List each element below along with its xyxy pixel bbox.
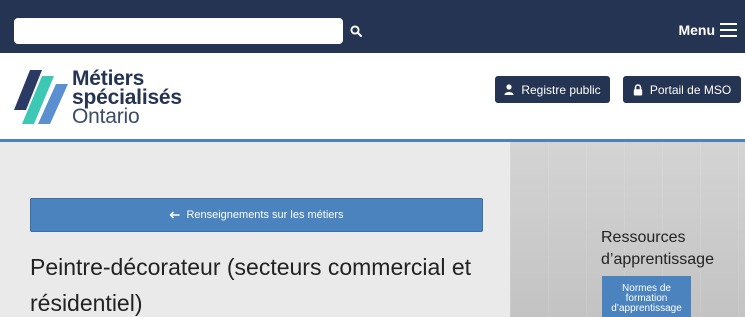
logo-mark-icon <box>14 70 68 124</box>
sidebar-title-line-2: d’apprentissage <box>601 251 714 268</box>
resources-sidebar: Ressources d’apprentissage Normes de for… <box>510 142 745 317</box>
menu-button[interactable]: Menu <box>675 16 745 44</box>
back-link-label: Renseignements sur les métiers <box>186 209 344 221</box>
top-navigation-bar: Menu <box>0 0 745 53</box>
search-icon <box>350 25 362 37</box>
menu-label: Menu <box>678 22 715 38</box>
arrow-left-icon <box>169 211 180 219</box>
lock-icon <box>633 83 643 95</box>
logo-wordmark: Métiers spécialisés Ontario <box>72 68 182 128</box>
logo-text-line-3: Ontario <box>72 105 140 128</box>
training-standards-button[interactable]: Normes de formation d’apprentissage <box>602 276 691 317</box>
sidebar-title-line-1: Ressources <box>601 229 686 246</box>
back-to-trades-link[interactable]: Renseignements sur les métiers <box>30 198 483 232</box>
user-icon <box>504 84 514 95</box>
training-standards-label-line-3: d’apprentissage <box>611 303 682 314</box>
hamburger-icon <box>720 23 737 37</box>
portal-label: Portail de MSO <box>649 82 732 97</box>
public-registry-label: Registre public <box>521 82 601 97</box>
page-title: Peintre-décorateur (secteurs commercial … <box>30 254 471 316</box>
public-registry-button[interactable]: Registre public <box>495 76 610 103</box>
sidebar-title: Ressources d’apprentissage <box>601 227 741 271</box>
search-input[interactable] <box>14 18 343 44</box>
site-logo[interactable]: Métiers spécialisés Ontario <box>12 66 212 130</box>
portal-button[interactable]: Portail de MSO <box>623 76 741 103</box>
search-button[interactable] <box>345 18 367 44</box>
